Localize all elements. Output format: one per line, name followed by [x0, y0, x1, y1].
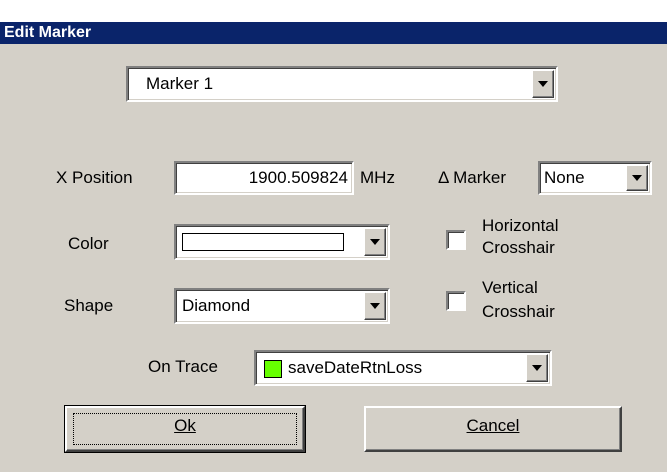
focus-indicator [73, 413, 297, 445]
marker-select-value: Marker 1 [146, 74, 214, 93]
vertical-crosshair-checkbox[interactable] [446, 291, 466, 311]
shape-value: Diamond [182, 296, 251, 315]
on-trace-select[interactable]: saveDateRtnLoss [254, 350, 552, 386]
cancel-button[interactable]: Cancel [364, 406, 622, 452]
delta-marker-select[interactable]: None [538, 161, 652, 195]
trace-color-swatch [264, 360, 282, 378]
marker-dropdown-button[interactable] [532, 70, 554, 98]
x-position-value: 1900.509824 [248, 168, 348, 187]
chevron-down-icon [532, 365, 542, 371]
color-dropdown-button[interactable] [364, 228, 386, 256]
horizontal-crosshair-label-1: Horizontal [482, 216, 559, 235]
vertical-crosshair-label-1: Vertical [482, 278, 538, 297]
shape-select[interactable]: Diamond [174, 288, 390, 324]
delta-marker-dropdown-button[interactable] [626, 165, 648, 191]
marker-select[interactable]: Marker 1 [126, 66, 558, 102]
color-label: Color [68, 234, 109, 253]
x-position-unit: MHz [360, 168, 395, 187]
color-swatch [182, 233, 344, 251]
color-select[interactable] [174, 224, 390, 260]
vertical-crosshair-label-2: Crosshair [482, 302, 555, 321]
top-strip [0, 0, 667, 22]
x-position-input[interactable]: 1900.509824 [174, 161, 354, 195]
dialog-title: Edit Marker [0, 22, 667, 44]
ok-button[interactable]: Ok [64, 405, 306, 453]
on-trace-label: On Trace [148, 357, 218, 376]
delta-marker-value: None [544, 168, 585, 187]
delta-marker-label: Δ Marker [438, 168, 507, 187]
chevron-down-icon [632, 175, 642, 181]
shape-label: Shape [64, 296, 114, 315]
horizontal-crosshair-checkbox[interactable] [446, 230, 466, 250]
on-trace-value: saveDateRtnLoss [288, 358, 423, 377]
cancel-button-label: Cancel [466, 416, 520, 435]
chevron-down-icon [370, 239, 380, 245]
chevron-down-icon [370, 303, 380, 309]
x-position-label: X Position [56, 168, 133, 187]
horizontal-crosshair-label-2: Crosshair [482, 238, 555, 257]
shape-dropdown-button[interactable] [364, 292, 386, 320]
chevron-down-icon [538, 81, 548, 87]
edit-marker-dialog: Edit Marker Marker 1 X Position 1900.509… [0, 0, 667, 472]
on-trace-dropdown-button[interactable] [526, 354, 548, 382]
